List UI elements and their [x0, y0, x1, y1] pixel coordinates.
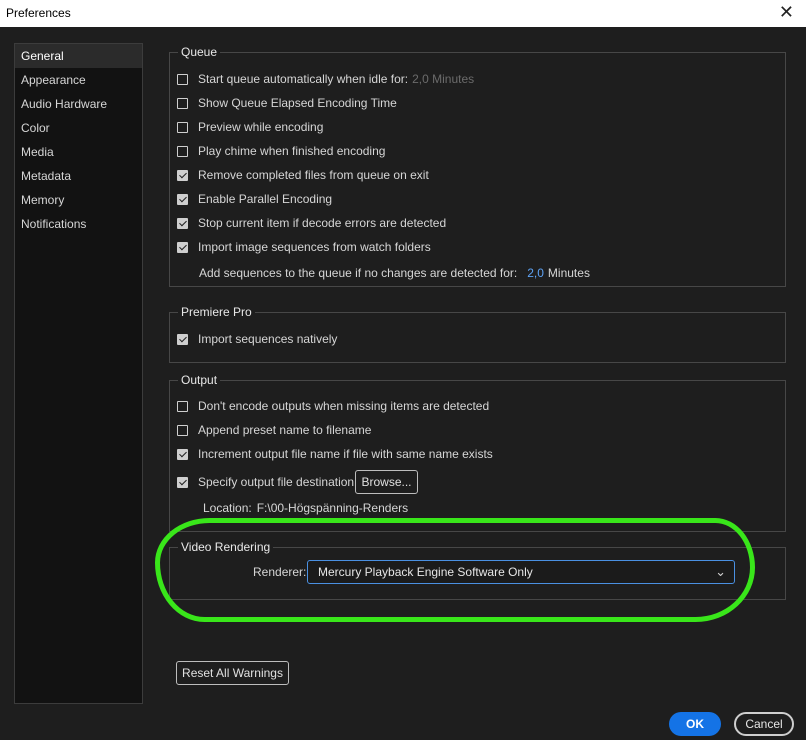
increment-label: Increment output file name if file with …: [198, 447, 493, 461]
specify-dest-label: Specify output file destination:: [198, 475, 358, 489]
sidebar-item-audio-hardware[interactable]: Audio Hardware: [15, 92, 142, 116]
premiere-group-label: Premiere Pro: [178, 305, 255, 320]
dont-encode-label: Don't encode outputs when missing items …: [198, 399, 490, 413]
remove-completed-row: Remove completed files from queue on exi…: [177, 166, 429, 184]
renderer-label: Renderer:: [253, 565, 307, 579]
output-group-label: Output: [178, 373, 221, 388]
increment-checkbox[interactable]: [177, 448, 188, 460]
specify-dest-checkbox[interactable]: [177, 476, 188, 488]
add-sequences-label: Add sequences to the queue if no changes…: [199, 266, 518, 280]
chime-label: Play chime when finished encoding: [198, 144, 386, 158]
import-sequences-label: Import image sequences from watch folder…: [198, 240, 431, 254]
browse-button[interactable]: Browse...: [355, 470, 418, 494]
sidebar-item-notifications[interactable]: Notifications: [15, 212, 142, 236]
ok-button[interactable]: OK: [669, 712, 721, 736]
sidebar-item-media[interactable]: Media: [15, 140, 142, 164]
append-preset-label: Append preset name to filename: [198, 423, 372, 437]
preview-label: Preview while encoding: [198, 120, 324, 134]
remove-completed-checkbox[interactable]: [177, 169, 188, 181]
location-label: Location:: [203, 501, 252, 515]
show-elapsed-label: Show Queue Elapsed Encoding Time: [198, 96, 397, 110]
queue-group: Queue Start queue automatically when idl…: [169, 45, 786, 287]
dont-encode-checkbox[interactable]: [177, 400, 188, 412]
parallel-checkbox[interactable]: [177, 193, 188, 205]
queue-group-label: Queue: [178, 45, 221, 60]
stop-decode-label: Stop current item if decode errors are d…: [198, 216, 447, 230]
close-icon[interactable]: ✕: [779, 2, 794, 23]
add-sequences-unit: Minutes: [547, 266, 590, 280]
import-native-checkbox[interactable]: [177, 333, 188, 345]
show-elapsed-row: Show Queue Elapsed Encoding Time: [177, 94, 397, 112]
renderer-value: Mercury Playback Engine Software Only: [318, 565, 533, 579]
import-sequences-checkbox[interactable]: [177, 241, 188, 253]
increment-row: Increment output file name if file with …: [177, 445, 493, 463]
dont-encode-row: Don't encode outputs when missing items …: [177, 397, 489, 415]
preview-row: Preview while encoding: [177, 118, 323, 136]
sidebar-item-metadata[interactable]: Metadata: [15, 164, 142, 188]
chime-checkbox[interactable]: [177, 145, 188, 157]
title-bar: Preferences ✕: [0, 0, 806, 27]
add-sequences-row: Add sequences to the queue if no changes…: [199, 264, 590, 282]
sidebar: General Appearance Audio Hardware Color …: [14, 43, 143, 704]
chevron-down-icon: ⌄: [715, 564, 726, 579]
specify-dest-row: Specify output file destination:: [177, 473, 357, 491]
append-preset-checkbox[interactable]: [177, 424, 188, 436]
sidebar-item-memory[interactable]: Memory: [15, 188, 142, 212]
window-title: Preferences: [6, 6, 71, 20]
add-sequences-value[interactable]: 2,0: [527, 266, 544, 280]
sidebar-item-general[interactable]: General: [15, 44, 142, 68]
preview-checkbox[interactable]: [177, 121, 188, 133]
parallel-row: Enable Parallel Encoding: [177, 190, 332, 208]
start-queue-checkbox[interactable]: [177, 73, 188, 85]
start-queue-label: Start queue automatically when idle for:: [198, 72, 409, 86]
reset-warnings-button[interactable]: Reset All Warnings: [176, 661, 289, 685]
cancel-button[interactable]: Cancel: [734, 712, 794, 736]
parallel-label: Enable Parallel Encoding: [198, 192, 333, 206]
stop-decode-row: Stop current item if decode errors are d…: [177, 214, 446, 232]
import-sequences-row: Import image sequences from watch folder…: [177, 238, 431, 256]
start-queue-value: 2,0 Minutes: [412, 72, 475, 86]
output-group: Output Don't encode outputs when missing…: [169, 373, 786, 532]
chime-row: Play chime when finished encoding: [177, 142, 385, 160]
premiere-group: Premiere Pro Import sequences natively: [169, 305, 786, 363]
start-queue-row: Start queue automatically when idle for:…: [177, 70, 474, 88]
remove-completed-label: Remove completed files from queue on exi…: [198, 168, 429, 182]
import-native-label: Import sequences natively: [198, 332, 338, 346]
renderer-dropdown[interactable]: Mercury Playback Engine Software Only ⌄: [307, 560, 735, 584]
stop-decode-checkbox[interactable]: [177, 217, 188, 229]
video-rendering-group: Video Rendering Renderer: Mercury Playba…: [169, 540, 786, 600]
video-rendering-group-label: Video Rendering: [178, 540, 274, 555]
location-value: F:\00-Högspänning-Renders: [256, 501, 409, 515]
show-elapsed-checkbox[interactable]: [177, 97, 188, 109]
sidebar-item-color[interactable]: Color: [15, 116, 142, 140]
location-row: Location: F:\00-Högspänning-Renders: [203, 499, 408, 517]
import-native-row: Import sequences natively: [177, 330, 337, 348]
append-preset-row: Append preset name to filename: [177, 421, 371, 439]
sidebar-item-appearance[interactable]: Appearance: [15, 68, 142, 92]
